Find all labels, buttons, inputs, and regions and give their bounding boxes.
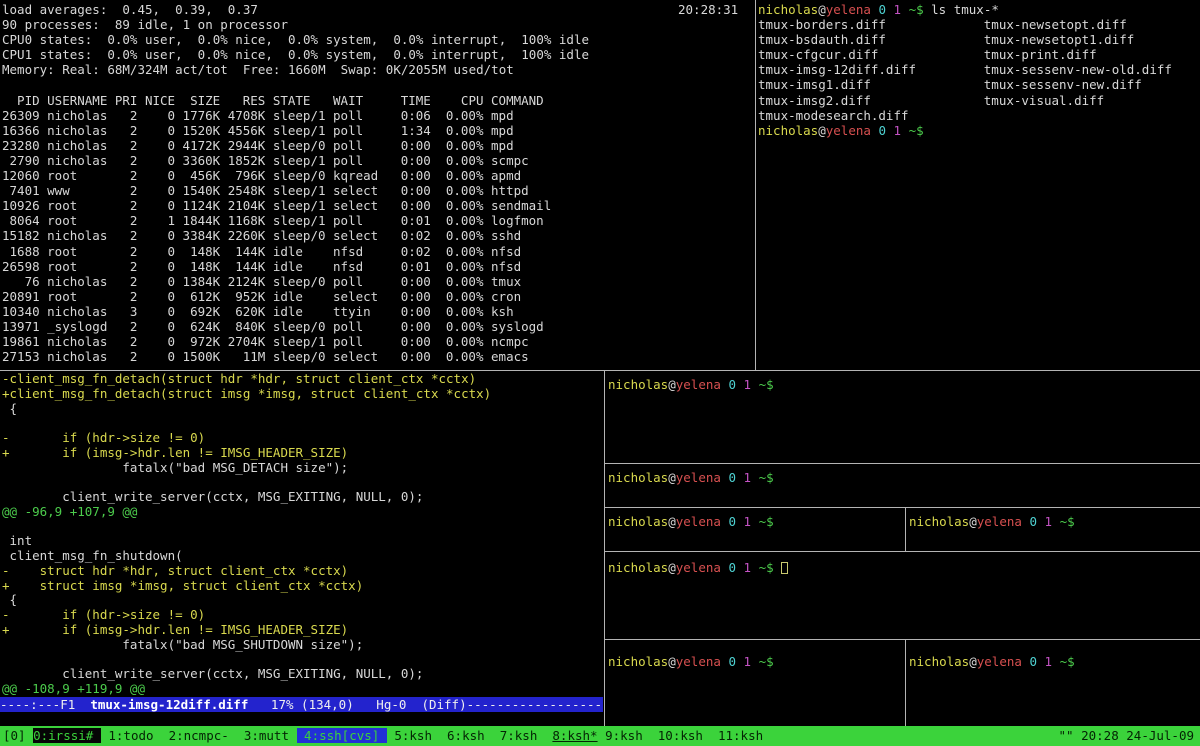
shell-prompt: nicholas@yelena 0 1 ~$ ls tmux-* (758, 2, 1200, 17)
tmux-status-bar: [0] 0:irssi# 1:todo 2:ncmpc- 3:mutt 4:ss… (0, 726, 1200, 746)
process-row: 15182nicholas203384K2260Ksleep/0select0:… (2, 228, 753, 243)
diff-line: - if (hdr->size != 0) (2, 431, 603, 446)
process-row: 7401www201540K2548Ksleep/1select0:000.00… (2, 183, 753, 198)
process-row: 26309nicholas201776K4708Ksleep/1poll0:06… (2, 108, 753, 123)
diff-line: @@ -108,9 +119,9 @@ (2, 682, 603, 697)
ls-output-row: tmux-cfgcur.difftmux-print.diff (758, 47, 1200, 62)
diff-line (2, 416, 603, 431)
shell-pane-2[interactable]: nicholas@yelena 0 1 ~$ (605, 464, 1200, 507)
ls-output-row: tmux-borders.difftmux-newsetopt.diff (758, 17, 1200, 32)
shell-prompt: nicholas@yelena 0 1 ~$ (909, 508, 1200, 523)
process-row: 10340nicholas30692K620Kidlettyin0:000.00… (2, 304, 753, 319)
status-window-entry[interactable]: 9:ksh 10:ksh 11:ksh (598, 728, 764, 743)
shell-prompt: nicholas@yelena 0 1 ~$ (608, 508, 905, 523)
diff-line: +client_msg_fn_detach(struct imsg *imsg,… (2, 387, 603, 402)
shell-prompt: nicholas@yelena 0 1 ~$ (758, 123, 1200, 138)
process-row: 2790nicholas203360K1852Ksleep/1poll0:000… (2, 153, 753, 168)
shell-prompt: nicholas@yelena 0 1 ~$ (608, 640, 905, 655)
process-row: 13971_syslogd20624K840Ksleep/0poll0:000.… (2, 319, 753, 334)
process-row: 23280nicholas204172K2944Ksleep/0poll0:00… (2, 138, 753, 153)
diff-line: - struct hdr *hdr, struct client_ctx *cc… (2, 564, 603, 579)
diff-buffer: -client_msg_fn_detach(struct hdr *hdr, s… (2, 372, 603, 697)
top-clock: 20:28:31 (678, 2, 738, 17)
ls-output-row: tmux-bsdauth.difftmux-newsetopt1.diff (758, 32, 1200, 47)
process-row: 19861nicholas20972K2704Ksleep/1poll0:000… (2, 334, 753, 349)
diff-line: - if (hdr->size != 0) (2, 608, 603, 623)
emacs-modeline: ----:---F1 tmux-imsg-12diff.diff 17% (13… (0, 697, 603, 712)
window-list: 0:irssi# 1:todo 2:ncmpc- 3:mutt 4:ssh[cv… (33, 728, 763, 743)
diff-line (2, 475, 603, 490)
diff-line (2, 520, 603, 535)
pane-border-top-vertical[interactable] (755, 0, 756, 371)
tmux-screen: { "colors": { "background": "#000000", "… (0, 0, 1200, 746)
shell-pane-7[interactable]: nicholas@yelena 0 1 ~$ (906, 640, 1200, 726)
process-row: 10926root201124K2104Ksleep/1select0:000.… (2, 198, 753, 213)
shell-pane-5[interactable]: nicholas@yelena 0 1 ~$ (605, 552, 1200, 639)
process-row: 20891root20612K952Kidleselect0:000.00%cr… (2, 289, 753, 304)
diff-line: + if (imsg->hdr.len != IMSG_HEADER_SIZE) (2, 623, 603, 638)
diff-line: int (2, 534, 603, 549)
top-summary-line: CPU1 states: 0.0% user, 0.0% nice, 0.0% … (2, 47, 753, 62)
top-command-pane[interactable]: 20:28:31 load averages: 0.45, 0.39, 0.37… (0, 0, 753, 370)
shell-pane-4[interactable]: nicholas@yelena 0 1 ~$ (906, 508, 1200, 551)
diff-line: { (2, 402, 603, 417)
shell-pane-1[interactable]: nicholas@yelena 0 1 ~$ (605, 371, 1200, 463)
diff-line: client_write_server(cctx, MSG_EXITING, N… (2, 490, 603, 505)
status-window-entry[interactable]: 8:ksh* (552, 728, 597, 743)
status-window-entry[interactable]: 4:ssh[cvs] (297, 728, 387, 743)
top-summary-line: CPU0 states: 0.0% user, 0.0% nice, 0.0% … (2, 32, 753, 47)
diff-line (2, 653, 603, 668)
diff-line: { (2, 593, 603, 608)
diff-line: client_msg_fn_shutdown( (2, 549, 603, 564)
process-row: 8064root211844K1168Ksleep/1poll0:010.00%… (2, 213, 753, 228)
ls-output-row: tmux-imsg2.difftmux-visual.diff (758, 93, 1200, 108)
process-table: 26309nicholas201776K4708Ksleep/1poll0:06… (2, 108, 753, 365)
top-summary-line: 90 processes: 89 idle, 1 on processor (2, 17, 753, 32)
shell-pane-3[interactable]: nicholas@yelena 0 1 ~$ (605, 508, 905, 551)
terminal-cursor (781, 562, 788, 574)
diff-line: -client_msg_fn_detach(struct hdr *hdr, s… (2, 372, 603, 387)
shell-pane-6[interactable]: nicholas@yelena 0 1 ~$ (605, 640, 905, 726)
blank-line (2, 77, 753, 92)
shell-prompt: nicholas@yelena 0 1 ~$ (608, 552, 1200, 567)
process-row: 16366nicholas201520K4556Ksleep/1poll1:34… (2, 123, 753, 138)
status-window-entry[interactable]: 1:todo 2:ncmpc- 3:mutt (101, 728, 297, 743)
emacs-pane[interactable]: -client_msg_fn_detach(struct hdr *hdr, s… (0, 372, 603, 726)
ls-output: tmux-borders.difftmux-newsetopt.difftmux… (758, 17, 1200, 123)
diff-line: client_write_server(cctx, MSG_EXITING, N… (2, 667, 603, 682)
top-summary-line: Memory: Real: 68M/324M act/tot Free: 166… (2, 62, 753, 77)
process-table-header: PIDUSERNAMEPRINICESIZERESSTATEWAITTIMECP… (2, 93, 753, 108)
process-table-header-row: PIDUSERNAMEPRINICESIZERESSTATEWAITTIMECP… (2, 93, 753, 108)
process-row: 27153nicholas201500K11Msleep/0select0:00… (2, 349, 753, 364)
process-row: 12060root20456K796Ksleep/0kqread0:000.00… (2, 168, 753, 183)
diff-line: + struct imsg *imsg, struct client_ctx *… (2, 579, 603, 594)
ls-shell-pane[interactable]: nicholas@yelena 0 1 ~$ ls tmux-* tmux-bo… (758, 0, 1200, 370)
diff-line: + if (imsg->hdr.len != IMSG_HEADER_SIZE) (2, 446, 603, 461)
emacs-buffer-name: tmux-imsg-12diff.diff (90, 697, 248, 712)
process-row: 76nicholas201384K2124Ksleep/0poll0:000.0… (2, 274, 753, 289)
shell-prompt: nicholas@yelena 0 1 ~$ (608, 464, 1200, 479)
diff-line: fatalx("bad MSG_SHUTDOWN size"); (2, 638, 603, 653)
diff-line: @@ -96,9 +107,9 @@ (2, 505, 603, 520)
top-summary: load averages: 0.45, 0.39, 0.3790 proces… (2, 2, 753, 77)
status-window-entry[interactable]: 5:ksh 6:ksh 7:ksh (387, 728, 553, 743)
process-row: 1688root20148K144Kidlenfsd0:020.00%nfsd (2, 244, 753, 259)
diff-line: fatalx("bad MSG_DETACH size"); (2, 461, 603, 476)
session-name: [0] (3, 728, 33, 743)
shell-panes-region: nicholas@yelena 0 1 ~$ nicholas@yelena 0… (605, 371, 1200, 726)
top-summary-line: load averages: 0.45, 0.39, 0.37 (2, 2, 753, 17)
status-clock-date: "" 20:28 24-Jul-09 (1059, 726, 1194, 746)
ls-output-row: tmux-imsg-12diff.difftmux-sessenv-new-ol… (758, 62, 1200, 77)
process-row: 26598root20148K144Kidlenfsd0:010.00%nfsd (2, 259, 753, 274)
status-window-entry[interactable]: 0:irssi# (33, 728, 101, 743)
ls-output-row: tmux-modesearch.diff (758, 108, 1200, 123)
shell-prompt: nicholas@yelena 0 1 ~$ (608, 371, 1200, 386)
ls-output-row: tmux-imsg1.difftmux-sessenv-new.diff (758, 77, 1200, 92)
emacs-minibuffer (0, 712, 603, 726)
shell-prompt: nicholas@yelena 0 1 ~$ (909, 640, 1200, 655)
